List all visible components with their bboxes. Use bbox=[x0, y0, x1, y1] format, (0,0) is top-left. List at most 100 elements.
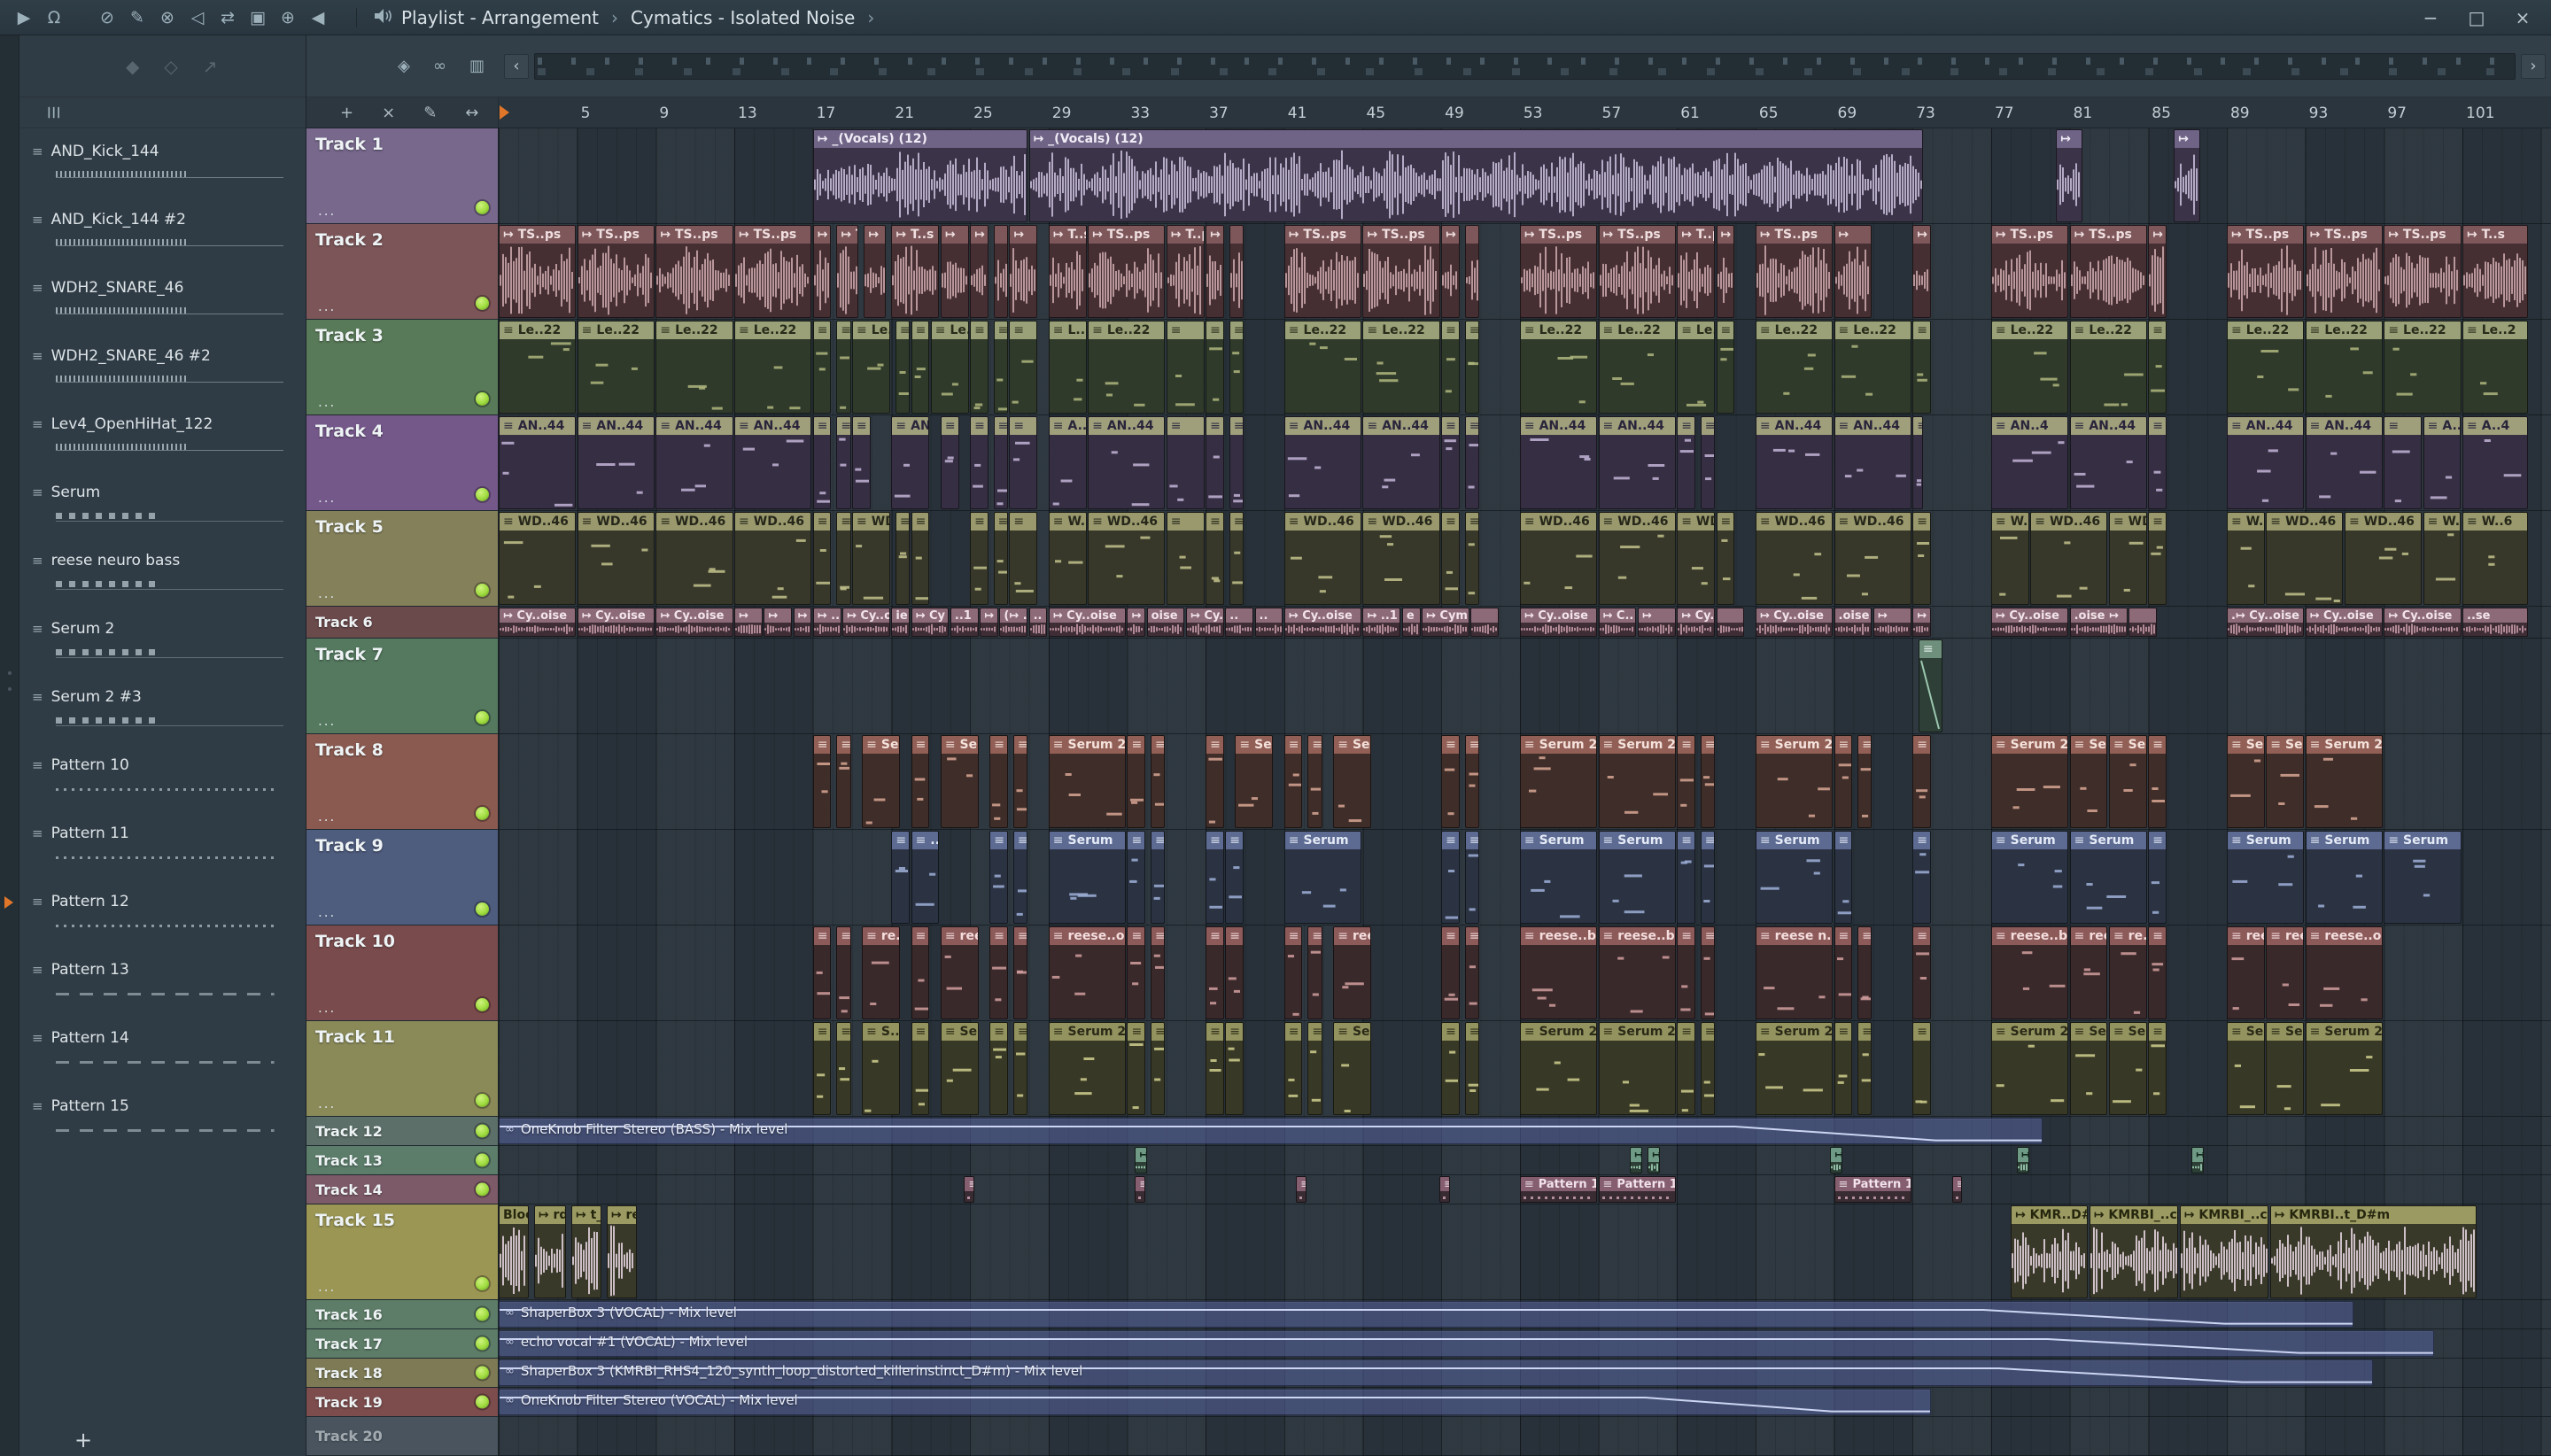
clip[interactable]: ≡Se..3 bbox=[862, 735, 900, 828]
clip[interactable]: ↦ KMR..D#m ↦ bbox=[2011, 1205, 2089, 1298]
clip[interactable]: ≡ bbox=[964, 1176, 975, 1203]
track-enable-indicator[interactable] bbox=[476, 584, 489, 597]
clip[interactable]: ≡ Serum bbox=[2069, 831, 2147, 924]
clip[interactable] bbox=[1716, 608, 1745, 637]
clip[interactable]: ≡ Le..22 bbox=[1990, 321, 2069, 414]
clip[interactable]: ≡ bbox=[1206, 512, 1224, 605]
clip[interactable]: ↦ Cy..oise bbox=[1283, 608, 1361, 637]
clip[interactable]: ↦ bbox=[1206, 225, 1224, 318]
clip[interactable]: ≡ bbox=[1912, 735, 1931, 828]
clip[interactable]: ≡ bbox=[1307, 926, 1322, 1019]
headphones-icon[interactable]: Ω bbox=[39, 8, 69, 27]
clip[interactable]: ≡ AN..4 bbox=[1990, 416, 2069, 509]
clip[interactable]: ↦ Cym.. bbox=[1421, 608, 1469, 637]
picker-item[interactable]: ≡ Pattern 15 bbox=[19, 1090, 306, 1158]
track-enable-indicator[interactable] bbox=[476, 488, 489, 501]
track-header[interactable]: Track 14 bbox=[306, 1175, 498, 1204]
clip[interactable]: ≡ Le..2 bbox=[852, 321, 890, 414]
scroll-left-button[interactable]: ‹ bbox=[504, 53, 529, 79]
picker-item[interactable]: ≡ Serum 2 bbox=[19, 613, 306, 681]
clip[interactable]: ≡ AN..44 bbox=[499, 416, 577, 509]
clip[interactable]: ≡ bbox=[1127, 926, 1146, 1019]
clip[interactable]: ≡ bbox=[989, 831, 1008, 924]
picker-filter-icon[interactable]: ◆ bbox=[126, 56, 139, 77]
clip[interactable]: ≡ bbox=[1700, 1022, 1715, 1115]
clip[interactable]: ≡ bbox=[940, 416, 959, 509]
clip[interactable]: ∞ echo vocal #1 (VOCAL) - Mix level bbox=[499, 1330, 2434, 1357]
clip[interactable]: ≡ WD..46 bbox=[577, 512, 655, 605]
clip[interactable]: ≡ Le..22 bbox=[1283, 321, 1361, 414]
clip[interactable]: ≡ WD..46 bbox=[1834, 512, 1911, 605]
clip[interactable]: ≡Serum 2 bbox=[940, 1022, 979, 1115]
clip[interactable]: ≡ bbox=[2148, 512, 2167, 605]
arrangement-overview-scrollbar[interactable] bbox=[534, 52, 2516, 80]
clip[interactable]: ↦ TS..ps bbox=[1283, 225, 1361, 318]
clip[interactable]: ≡ AN..44 bbox=[2305, 416, 2383, 509]
playhead-marker[interactable] bbox=[500, 105, 509, 120]
clip[interactable]: ..se bbox=[2462, 608, 2528, 637]
clip[interactable]: ∞ OneKnob Filter Stereo (BASS) - Mix leve… bbox=[499, 1118, 2043, 1144]
clip[interactable]: ≡ WD..46 bbox=[655, 512, 733, 605]
clip[interactable]: ≡ bbox=[812, 926, 832, 1019]
clip[interactable]: ↦ bbox=[1830, 1147, 1843, 1173]
clip[interactable]: ≡ reese..bass bbox=[1519, 926, 1598, 1019]
clip[interactable]: ↦ bbox=[2056, 129, 2082, 222]
clip[interactable]: ↦ bbox=[1912, 225, 1931, 318]
picker-item[interactable]: ≡ AND_Kick_144 bbox=[19, 136, 306, 204]
clip[interactable]: ≡ bbox=[836, 512, 851, 605]
clip[interactable]: ≡ Serum bbox=[1519, 831, 1598, 924]
clip[interactable]: ≡reese..o bass bbox=[2305, 926, 2383, 1019]
track-enable-indicator[interactable] bbox=[476, 1366, 489, 1380]
clip[interactable]: ≡ AN..44 bbox=[655, 416, 733, 509]
clip[interactable]: ≡ bbox=[1441, 1022, 1460, 1115]
clip[interactable]: Bloo ↦ bbox=[499, 1205, 529, 1298]
track-header[interactable]: Track 6 bbox=[306, 607, 498, 639]
clip[interactable]: ≡ bbox=[1283, 1022, 1303, 1115]
clip[interactable]: ≡ AN..44 bbox=[1755, 416, 1834, 509]
clip[interactable]: ≡ bbox=[1441, 831, 1460, 924]
clip[interactable]: ≡Se..2 bbox=[2108, 1022, 2147, 1115]
clip[interactable]: ≡Serum 2 bbox=[1990, 1022, 2069, 1115]
clip[interactable]: ≡ bbox=[1206, 1022, 1224, 1115]
clip[interactable]: ≡Se..2 bbox=[2226, 1022, 2265, 1115]
clip[interactable]: ≡ bbox=[1229, 512, 1244, 605]
clip[interactable]: ≡ bbox=[852, 416, 871, 509]
track-lane[interactable]: ≡WD..46≡WD..46≡WD..46≡WD..46≡≡≡WD..≡≡≡≡≡… bbox=[499, 511, 2551, 607]
track-header[interactable]: Track 1... bbox=[306, 128, 498, 224]
picker-item[interactable]: ≡ WDH2_SNARE_46 bbox=[19, 272, 306, 340]
clip[interactable]: ≡ Serum bbox=[1755, 831, 1834, 924]
clip[interactable]: ≡ bbox=[1206, 926, 1224, 1019]
clip[interactable]: ≡ WD..46 bbox=[1755, 512, 1834, 605]
clip[interactable]: ≡ bbox=[911, 926, 930, 1019]
clip[interactable]: ↦ TS..ps bbox=[1598, 225, 1676, 318]
clip[interactable]: ≡ Serum bbox=[2384, 831, 2462, 924]
clip[interactable]: ≡ bbox=[1009, 512, 1038, 605]
picker-item[interactable]: ≡ Pattern 13 bbox=[19, 954, 306, 1022]
clip[interactable]: ≡ A..4 bbox=[2462, 416, 2528, 509]
picker-item[interactable]: ≡ Pattern 12 bbox=[4, 886, 306, 954]
track-header[interactable]: Track 18 bbox=[306, 1359, 498, 1388]
clip[interactable]: ≡Ser..#3 bbox=[1235, 735, 1274, 828]
clip[interactable]: ≡ bbox=[1229, 321, 1244, 414]
clip[interactable]: ≡ bbox=[1296, 1176, 1307, 1203]
clip[interactable]: ≡ bbox=[1283, 735, 1303, 828]
clip[interactable]: ≡ bbox=[911, 321, 930, 414]
clip[interactable]: ≡ Le..2 bbox=[2462, 321, 2528, 414]
clip[interactable]: ≡ bbox=[2148, 735, 2167, 828]
clip[interactable]: ≡ bbox=[1464, 831, 1479, 924]
clip[interactable]: ≡ bbox=[812, 735, 832, 828]
clip[interactable]: ↦ KMRBI..t_D#m bbox=[2269, 1205, 2477, 1298]
track-header[interactable]: Track 11... bbox=[306, 1021, 498, 1117]
clip[interactable]: ≡ ree..ss bbox=[2069, 926, 2108, 1019]
clip[interactable]: ↦ _(Vocals) (12) bbox=[1028, 129, 1924, 222]
clip[interactable]: ≡ bbox=[1166, 321, 1205, 414]
track-header[interactable]: Track 10... bbox=[306, 925, 498, 1021]
draw-tool-icon[interactable]: ✎ bbox=[122, 8, 152, 27]
track-lane[interactable]: ∞ ShaperBox 3 (VOCAL) - Mix level bbox=[499, 1300, 2551, 1329]
clip[interactable]: ≡ re..ss bbox=[2108, 926, 2147, 1019]
clip[interactable]: ≡ bbox=[1127, 735, 1146, 828]
clip[interactable]: ≡ bbox=[2148, 831, 2167, 924]
clip[interactable]: ≡ bbox=[1700, 735, 1715, 828]
pencil-icon[interactable]: ✎ bbox=[423, 104, 437, 122]
snap-icon[interactable]: ◈ bbox=[398, 57, 410, 75]
